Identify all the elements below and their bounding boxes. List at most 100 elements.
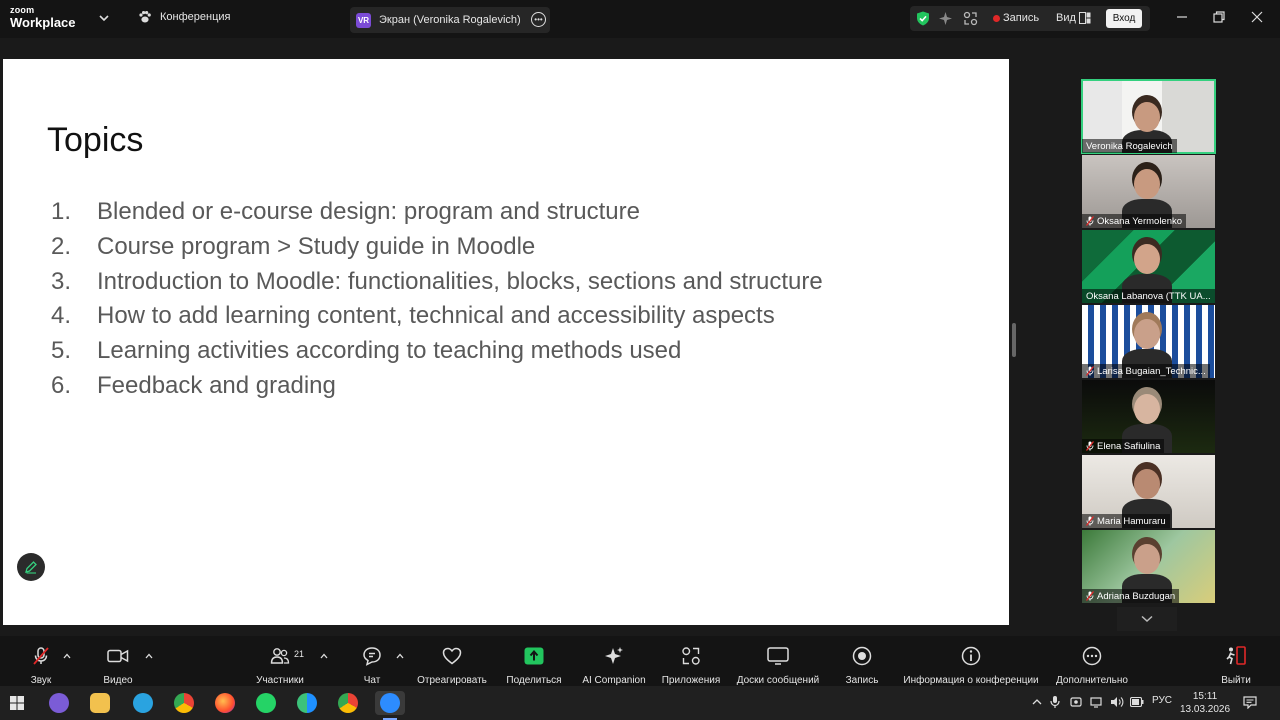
gallery-scroll-down-button[interactable] <box>1117 607 1177 631</box>
participant-tile[interactable]: Elena Safiulina <box>1082 380 1215 453</box>
firefox-icon[interactable] <box>215 693 235 713</box>
list-item-number: 5. <box>51 337 72 365</box>
react-button[interactable]: Отреагировать <box>414 636 490 686</box>
edge-icon[interactable] <box>297 693 317 713</box>
leave-button[interactable]: Выйти <box>1220 636 1252 686</box>
recording-indicator-icon <box>993 15 1000 22</box>
recording-label[interactable]: Запись <box>1003 12 1039 24</box>
more-options-icon[interactable]: ••• <box>531 12 546 27</box>
paw-icon <box>139 11 151 23</box>
zoom-window: zoom Workplace Конференция VR Экран (Ver… <box>0 0 1280 720</box>
participant-video <box>1134 244 1160 274</box>
chrome-icon[interactable] <box>174 693 194 713</box>
participant-name: Larisa Bugaian_Technic... <box>1097 365 1206 377</box>
chrome-profile-icon[interactable] <box>338 693 358 713</box>
participant-video <box>1134 102 1160 132</box>
participants-button[interactable]: Участники <box>250 636 310 686</box>
share-button[interactable]: Поделиться <box>504 636 564 686</box>
participant-name: Oksana Yermolenko <box>1097 215 1183 227</box>
chevron-up-icon[interactable] <box>320 653 328 659</box>
participant-tile[interactable]: Veronika Rogalevich <box>1081 79 1216 154</box>
more-button[interactable]: Дополнительно <box>1054 636 1130 686</box>
camera-tray-icon[interactable] <box>1070 696 1082 708</box>
meeting-info-button[interactable]: Информация о конференции <box>900 636 1042 686</box>
participant-tile[interactable]: Adriana Buzdugan <box>1082 530 1215 603</box>
top-right-controls: Запись Вид Вход <box>910 6 1150 31</box>
annotate-button[interactable] <box>17 553 45 581</box>
participant-tile[interactable]: Oksana Yermolenko <box>1082 155 1215 228</box>
participant-name-tag: Adriana Buzdugan <box>1082 589 1180 603</box>
tab-screen-share[interactable]: VR Экран (Veronika Rogalevich) ••• <box>350 7 550 33</box>
apps-label: Приложения <box>661 675 721 686</box>
mic-tray-icon[interactable] <box>1050 695 1060 709</box>
participant-video <box>1134 469 1160 499</box>
avatar: VR <box>356 12 371 28</box>
list-item-text: Blended or e-course design: program and … <box>97 198 640 225</box>
chevron-up-icon[interactable] <box>1032 697 1042 707</box>
participant-name: Maria Hamuraru <box>1097 515 1166 527</box>
apps-button[interactable]: Приложения <box>658 636 724 686</box>
record-button[interactable]: Запись <box>842 636 882 686</box>
whatsapp-icon[interactable] <box>256 693 276 713</box>
participant-name-tag: Oksana Yermolenko <box>1082 214 1187 228</box>
video-button[interactable]: Видео <box>100 636 136 686</box>
close-icon[interactable] <box>1250 10 1264 24</box>
chat-button[interactable]: Чат <box>358 636 386 686</box>
info-icon <box>961 646 981 666</box>
participants-label: Участники <box>256 675 304 686</box>
zoom-taskbar-button[interactable] <box>375 691 405 715</box>
windows-start-icon[interactable] <box>10 696 24 710</box>
chevron-up-icon[interactable] <box>63 653 71 659</box>
participant-tile[interactable]: Maria Hamuraru <box>1082 455 1215 528</box>
chevron-down-icon[interactable] <box>98 12 110 24</box>
logo-line2: Workplace <box>10 15 76 30</box>
list-item-text: Feedback and grading <box>97 371 336 399</box>
video-label: Видео <box>103 675 133 686</box>
login-button[interactable]: Вход <box>1106 9 1142 28</box>
ai-sparkle-icon[interactable] <box>938 11 953 26</box>
viber-icon[interactable] <box>49 693 69 713</box>
chevron-up-icon[interactable] <box>396 653 404 659</box>
clock-date: 13.03.2026 <box>1180 704 1231 715</box>
list-item-text: Learning activities according to teachin… <box>97 337 682 365</box>
participant-tile[interactable]: Oksana Labanova (TTK UA... <box>1082 230 1215 303</box>
participant-video <box>1134 544 1160 574</box>
minimize-icon[interactable] <box>1175 10 1189 24</box>
view-button[interactable]: Вид <box>1056 12 1076 24</box>
chevron-up-icon[interactable] <box>145 653 153 659</box>
participants-icon <box>270 648 290 664</box>
apps-icon[interactable] <box>963 11 978 26</box>
mic-muted-icon <box>1086 516 1094 526</box>
whiteboards-button[interactable]: Доски сообщений <box>733 636 823 686</box>
shield-check-icon[interactable] <box>916 11 930 26</box>
windows-taskbar: РУС 15:11 13.03.2026 <box>0 686 1280 720</box>
meeting-toolbar: Звук Видео Участники Чат Отреагировать П… <box>0 636 1280 686</box>
battery-icon[interactable] <box>1130 697 1144 707</box>
network-icon[interactable] <box>1090 696 1102 708</box>
zoom-workplace-logo[interactable]: zoom Workplace <box>10 5 76 30</box>
mic-muted-icon <box>1086 591 1094 601</box>
file-explorer-icon[interactable] <box>90 693 110 713</box>
grid-view-icon[interactable] <box>1079 12 1091 24</box>
logo-line1: zoom <box>10 5 35 15</box>
audio-button[interactable]: Звук <box>26 636 56 686</box>
participant-name: Oksana Labanova (TTK UA... <box>1086 290 1211 302</box>
list-item-number: 2. <box>51 232 72 260</box>
ai-companion-button[interactable]: AI Companion <box>580 636 648 686</box>
participant-tile[interactable]: Larisa Bugaian_Technic... <box>1082 305 1215 378</box>
notifications-icon[interactable] <box>1243 696 1257 709</box>
participant-video <box>1134 394 1160 424</box>
participant-name-tag: Veronika Rogalevich <box>1082 139 1177 153</box>
participants-count-badge: 21 <box>294 649 305 659</box>
react-label: Отреагировать <box>417 675 487 686</box>
resize-handle[interactable] <box>1012 323 1016 357</box>
tab-meeting[interactable]: Конференция <box>138 10 230 24</box>
mic-muted-icon <box>1086 441 1094 451</box>
telegram-icon[interactable] <box>133 693 153 713</box>
restore-icon[interactable] <box>1212 10 1226 24</box>
system-clock[interactable]: 15:11 13.03.2026 <box>1180 690 1230 716</box>
mic-muted-icon <box>1086 216 1094 226</box>
keyboard-language[interactable]: РУС <box>1152 695 1172 706</box>
volume-icon[interactable] <box>1110 696 1124 708</box>
slide-title: Topics <box>47 121 144 159</box>
